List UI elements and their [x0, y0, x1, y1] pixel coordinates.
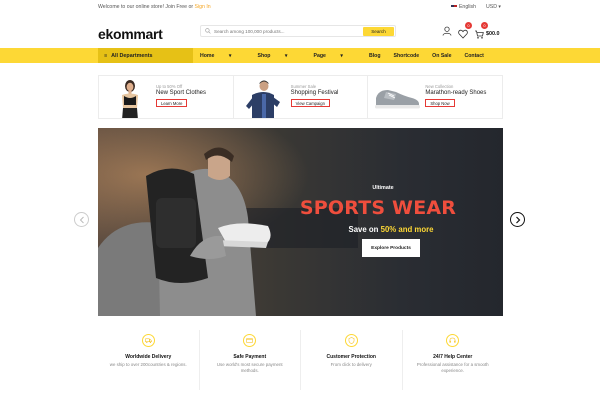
cart-icon	[475, 30, 484, 39]
hero-subline-prefix: Save on	[348, 225, 379, 234]
welcome-message: Welcome to our online store! Join Free o…	[98, 4, 211, 10]
departments-label: All Departments	[111, 52, 153, 59]
slider-prev-button[interactable]	[74, 212, 89, 227]
feature-worldwide-delivery: Worldwide Delivery we ship to over 200co…	[98, 330, 200, 390]
hero-subline: Save on 50% and more	[349, 225, 434, 234]
nav-item-contact[interactable]: Contact	[465, 53, 484, 59]
menu-icon: ≡	[104, 52, 108, 59]
nav-item-shop[interactable]: Shop ▾	[257, 53, 300, 59]
features-bar: Worldwide Delivery we ship to over 200co…	[98, 330, 503, 390]
chevron-left-icon	[79, 216, 84, 223]
feature-help-center: 24/7 Help Center Professional assistance…	[403, 330, 504, 390]
header: ekommart Search	[0, 14, 600, 48]
wishlist-badge: 0	[465, 22, 472, 29]
top-bar-settings: English USD ▾	[450, 4, 501, 10]
promo-banner-shopping-festival[interactable]: Summer Sale Shopping Festival View Campa…	[234, 76, 369, 118]
chevron-down-icon: ▾	[284, 52, 288, 59]
payment-icon	[243, 334, 257, 347]
hero-background-image	[98, 128, 503, 316]
cart-badge: 0	[481, 22, 488, 29]
hero-slider: Ultimate SPORTS WEAR Save on 50% and mor…	[98, 128, 503, 316]
cart-total[interactable]: $00.0	[486, 31, 500, 37]
truck-icon	[141, 334, 155, 347]
flag-icon	[450, 4, 457, 9]
promo-title: Shopping Festival	[290, 90, 339, 96]
man-model-image	[245, 80, 280, 118]
sneaker-image	[375, 90, 421, 109]
feature-title: Safe Payment	[233, 354, 267, 360]
search-input[interactable]	[214, 27, 364, 36]
nav-label: Home	[200, 52, 215, 59]
promo-title: New Sport Clothes	[156, 90, 207, 96]
view-campaign-button[interactable]: View Campaign	[290, 99, 330, 107]
hero-subline-highlight: 50% and more	[380, 225, 434, 234]
nav-item-on-sale[interactable]: On Sale	[432, 53, 451, 59]
learn-more-button[interactable]: Learn More	[156, 99, 188, 107]
promo-subtitle: New Collection	[425, 84, 454, 89]
search-bar: Search	[200, 25, 396, 37]
search-icon	[205, 28, 211, 34]
feature-customer-protection: Customer Protection From click to delive…	[301, 330, 403, 390]
promo-subtitle: Up to 50% Off	[156, 84, 183, 89]
feature-description: Use world's most secure payment methods.	[216, 362, 283, 373]
explore-products-button[interactable]: Explore Products	[362, 239, 420, 257]
search-button[interactable]: Search	[363, 27, 394, 36]
top-bar: Welcome to our online store! Join Free o…	[0, 0, 600, 14]
chevron-down-icon: ▾	[228, 52, 232, 59]
shield-icon	[344, 334, 358, 347]
currency-selector[interactable]: USD ▾	[486, 4, 501, 10]
nav-label: Page	[313, 52, 326, 59]
woman-model-image	[122, 80, 138, 118]
shop-now-button[interactable]: Shop Now	[425, 99, 455, 107]
wishlist-button[interactable]: 0	[458, 22, 472, 39]
language-label: English	[458, 4, 476, 10]
promo-banner-shoes[interactable]: New Collection Marathon-ready Shoes Shop…	[368, 76, 502, 118]
promo-title: Marathon-ready Shoes	[425, 90, 487, 96]
logo[interactable]: ekommart	[98, 26, 163, 42]
promo-banner-sport-clothes[interactable]: Up to 50% Off New Sport Clothes Learn Mo…	[99, 76, 234, 118]
nav-item-blog[interactable]: Blog	[369, 53, 381, 59]
hero-kicker: Ultimate	[372, 185, 394, 191]
help-icon	[446, 334, 460, 347]
feature-title: Customer Protection	[326, 354, 376, 360]
currency-label: USD	[485, 4, 497, 10]
nav-item-page[interactable]: Page ▾	[314, 53, 356, 59]
all-departments-button[interactable]: ≡ All Departments	[98, 48, 193, 63]
chevron-down-icon: ▾	[498, 4, 501, 10]
welcome-text: Welcome to our online store! Join Free o…	[98, 4, 194, 10]
promo-subtitle: Summer Sale	[290, 84, 317, 89]
heart-icon	[458, 29, 468, 39]
language-selector[interactable]: English	[450, 4, 476, 10]
feature-title: Worldwide Delivery	[125, 354, 172, 360]
promo-banners: Up to 50% Off New Sport Clothes Learn Mo…	[98, 75, 503, 119]
slider-next-button[interactable]	[510, 212, 525, 227]
nav-item-shortcode[interactable]: Shortcode	[394, 53, 420, 59]
chevron-right-icon	[515, 216, 520, 223]
sign-in-link[interactable]: Sign In	[195, 4, 211, 10]
hero-headline: SPORTS WEAR	[299, 197, 457, 219]
feature-title: 24/7 Help Center	[433, 354, 473, 360]
feature-safe-payment: Safe Payment Use world's most secure pay…	[200, 330, 301, 390]
nav-menu: Home ▾ Shop ▾ Page ▾ Blog Shortcode On S…	[200, 48, 497, 63]
user-icon[interactable]	[442, 26, 452, 36]
cart-button[interactable]: 0	[474, 22, 488, 39]
chevron-down-icon: ▾	[340, 52, 343, 59]
nav-label: Shop	[257, 52, 271, 59]
feature-description: From click to delivery	[330, 362, 372, 367]
feature-description: we ship to over 200countries & regions.	[109, 362, 187, 367]
main-navigation: ≡ All Departments Home ▾ Shop ▾ Page ▾ B…	[0, 48, 600, 63]
nav-item-home[interactable]: Home ▾	[200, 53, 244, 59]
feature-description: Professional assistance for a smooth exp…	[416, 362, 489, 373]
